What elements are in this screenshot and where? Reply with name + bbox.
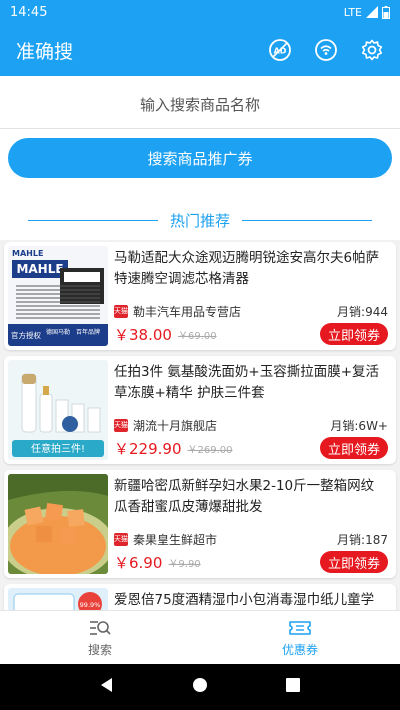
coupon-icon	[289, 620, 311, 635]
wifi-share-icon[interactable]	[314, 38, 338, 62]
product-image[interactable]	[8, 474, 108, 574]
original-price: ￥9.90	[168, 558, 201, 570]
nav-search-label: 搜索	[87, 642, 112, 657]
monthly-sales: 月销:944	[337, 304, 388, 319]
product-card[interactable]: 任意拍三件! 任拍3件 氨基酸洗面奶+玉容撕拉面膜+复活草冻膜+精华 护肤三件套…	[4, 356, 396, 464]
nav-search[interactable]: 搜索	[0, 611, 200, 664]
nav-coupon[interactable]: 优惠券	[200, 611, 400, 664]
app-title: 准确搜	[16, 40, 74, 63]
image-tag-3: 百年品牌	[76, 328, 100, 336]
search-area: 搜索商品推广券	[0, 76, 400, 204]
product-card[interactable]: MAHLE MAHLE 官方授权 德国马勒 百年品牌 马勒适配大众途观迈腾明锐途…	[4, 242, 396, 350]
image-tag-2: 德国马勒	[46, 328, 70, 336]
product-title[interactable]: 新疆哈密瓜新鲜孕妇水果2-10斤一整箱网纹瓜香甜蜜瓜皮薄爆甜批发	[114, 476, 386, 518]
network-type: LTE	[343, 5, 362, 19]
search-input[interactable]	[0, 84, 400, 126]
product-image[interactable]: 任意拍三件!	[8, 360, 108, 460]
get-coupon-button[interactable]: 立即领券	[319, 437, 388, 459]
status-icons: LTE	[343, 5, 390, 19]
search-divider	[0, 128, 400, 129]
brand-label: MAHLE	[12, 249, 43, 258]
product-image[interactable]: MAHLE MAHLE 官方授权 德国马勒 百年品牌	[8, 246, 108, 346]
image-banner: 任意拍三件!	[31, 442, 85, 455]
section-line-right	[242, 219, 372, 221]
section-header: 热门推荐	[0, 200, 400, 240]
product-title[interactable]: 爱恩倍75度酒精湿巾小包消毒湿巾纸儿童学生便携式随身装湿纸巾消毒杀菌	[114, 590, 386, 610]
image-tag-1: 官方授权	[11, 330, 41, 340]
product-title[interactable]: 任拍3件 氨基酸洗面奶+玉容撕拉面膜+复活草冻膜+精华 护肤三件套	[114, 362, 386, 404]
coupon-price: ￥6.90	[114, 553, 163, 572]
brand-logo: MAHLE	[16, 262, 63, 276]
product-card[interactable]: 99.9% 爱恩倍75度酒精湿巾小包消毒湿巾纸儿童学生便携式随身装湿纸巾消毒杀菌	[4, 584, 396, 610]
get-coupon-button[interactable]: 立即领券	[319, 323, 388, 345]
monthly-sales: 月销:187	[337, 532, 388, 547]
app-bar: 准确搜 AD	[0, 24, 400, 76]
search-coupon-button[interactable]: 搜索商品推广券	[8, 138, 392, 178]
price-row: ￥229.90 ￥269.00 立即领券	[114, 437, 388, 459]
section-title: 热门推荐	[169, 211, 230, 230]
get-coupon-button[interactable]: 立即领券	[319, 551, 388, 573]
status-time: 14:45	[10, 4, 48, 20]
image-badge: 99.9%	[80, 601, 101, 609]
product-list[interactable]: MAHLE MAHLE 官方授权 德国马勒 百年品牌 马勒适配大众途观迈腾明锐途…	[0, 242, 400, 610]
back-icon[interactable]	[99, 677, 115, 697]
system-nav-bar	[0, 664, 400, 710]
tmall-icon: 天猫	[114, 418, 128, 432]
shop-name: 秦果皇生鲜超市	[133, 532, 218, 547]
ad-block-icon[interactable]: AD	[268, 38, 292, 62]
battery-icon	[382, 5, 390, 19]
original-price: ￥69.00	[177, 330, 217, 342]
home-icon[interactable]	[192, 677, 208, 697]
status-bar: 14:45 LTE	[0, 0, 400, 24]
recents-icon[interactable]	[285, 677, 301, 697]
search-list-icon	[90, 620, 111, 635]
tmall-icon: 天猫	[114, 304, 128, 318]
shop-name: 潮流十月旗舰店	[133, 418, 218, 433]
price-row: ￥38.00 ￥69.00 立即领券	[114, 323, 388, 345]
signal-icon	[366, 6, 378, 18]
shop-row: 天猫 秦果皇生鲜超市 月销:187	[114, 531, 388, 547]
shop-name: 勒丰汽车用品专营店	[133, 304, 242, 319]
price-row: ￥6.90 ￥9.90 立即领券	[114, 551, 388, 573]
coupon-price: ￥38.00	[114, 325, 172, 344]
product-image[interactable]: 99.9%	[8, 588, 108, 610]
product-title[interactable]: 马勒适配大众途观迈腾明锐途安高尔夫6帕萨特速腾空调滤芯格清器	[114, 248, 386, 290]
original-price: ￥269.00	[187, 444, 233, 456]
shop-row: 天猫 潮流十月旗舰店 月销:6W+	[114, 417, 388, 433]
coupon-price: ￥229.90	[114, 439, 182, 458]
section-line-left	[27, 219, 158, 221]
bottom-nav: 搜索 优惠券	[0, 610, 400, 664]
tmall-icon: 天猫	[114, 532, 128, 546]
nav-coupon-label: 优惠券	[281, 642, 318, 657]
settings-gear-icon[interactable]	[360, 38, 384, 62]
shop-row: 天猫 勒丰汽车用品专营店 月销:944	[114, 303, 388, 319]
monthly-sales: 月销:6W+	[330, 418, 388, 433]
product-card[interactable]: 新疆哈密瓜新鲜孕妇水果2-10斤一整箱网纹瓜香甜蜜瓜皮薄爆甜批发 天猫 秦果皇生…	[4, 470, 396, 578]
